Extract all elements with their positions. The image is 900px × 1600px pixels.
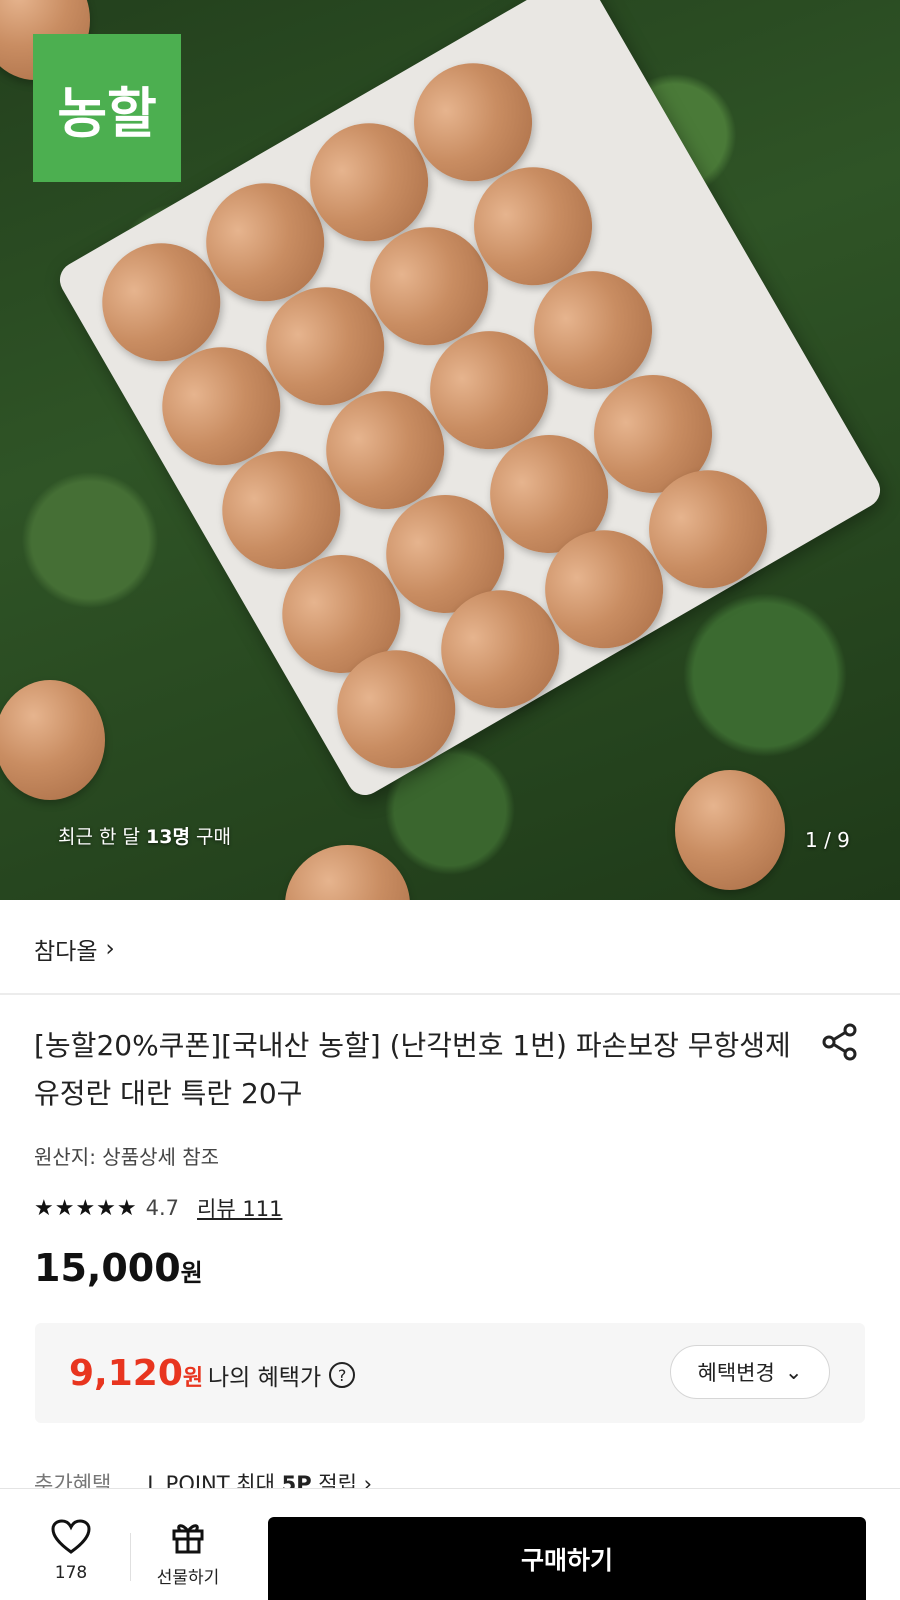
share-icon[interactable]: [820, 1022, 860, 1062]
benefit-label: 나의 혜택가 ?: [208, 1358, 356, 1392]
gift-icon: [172, 1524, 204, 1554]
buy-count-prefix: 최근 한 달: [58, 826, 147, 848]
like-count: 178: [54, 1563, 88, 1583]
buy-button[interactable]: 구매하기: [268, 1517, 866, 1600]
loose-egg: [675, 770, 785, 890]
loose-egg: [0, 680, 105, 800]
chevron-down-icon: ⌄: [784, 1360, 803, 1384]
recent-purchase-count: 최근 한 달 13명 구매: [58, 822, 231, 849]
bottom-action-bar: 178 선물하기 구매하기: [0, 1488, 900, 1600]
heart-icon: [51, 1519, 91, 1554]
rating-value: 4.7: [145, 1196, 180, 1220]
image-pager: 1 / 9: [805, 828, 850, 852]
divider: [130, 1533, 131, 1581]
gift-label: 선물하기: [156, 1568, 220, 1588]
change-benefit-button[interactable]: 혜택변경 ⌄: [670, 1345, 830, 1399]
change-benefit-label: 혜택변경: [697, 1361, 775, 1385]
gift-button[interactable]: 선물하기: [146, 1519, 230, 1588]
rating-row: ★★★★★ 4.7 리뷰 111: [34, 1193, 282, 1223]
price-unit: 원: [180, 1259, 203, 1287]
benefit-price: 9,120원: [69, 1353, 203, 1394]
benefit-price-unit: 원: [182, 1366, 204, 1391]
benefit-box: 9,120원 나의 혜택가 ? 혜택변경 ⌄: [35, 1323, 865, 1423]
loose-egg: [285, 845, 410, 900]
product-title: [농할20%쿠폰][국내산 농할] (난각번호 1번) 파손보장 무항생제 유정…: [34, 1029, 791, 1110]
product-image[interactable]: 농할 최근 한 달 13명 구매 1 / 9: [0, 0, 900, 900]
buy-count-suffix: 구매: [189, 826, 231, 848]
price-value: 15,000: [34, 1246, 181, 1290]
divider: [0, 993, 900, 995]
star-rating-icon: ★★★★★: [34, 1195, 138, 1221]
original-price: 15,000원: [34, 1246, 203, 1290]
brand-logo: 농할: [33, 34, 181, 182]
help-icon[interactable]: ?: [329, 1362, 356, 1388]
benefit-price-value: 9,120: [69, 1353, 183, 1394]
benefit-label-text: 나의 혜택가: [208, 1365, 322, 1391]
origin-info: 원산지: 상품상세 참조: [34, 1145, 220, 1169]
review-link[interactable]: 리뷰 111: [197, 1193, 282, 1223]
store-link[interactable]: 참다올 ›: [34, 932, 115, 966]
buy-count-value: 13명: [146, 826, 190, 848]
store-name: 참다올: [34, 939, 98, 965]
chevron-right-icon: ›: [105, 936, 115, 962]
like-button[interactable]: 178: [45, 1519, 97, 1583]
